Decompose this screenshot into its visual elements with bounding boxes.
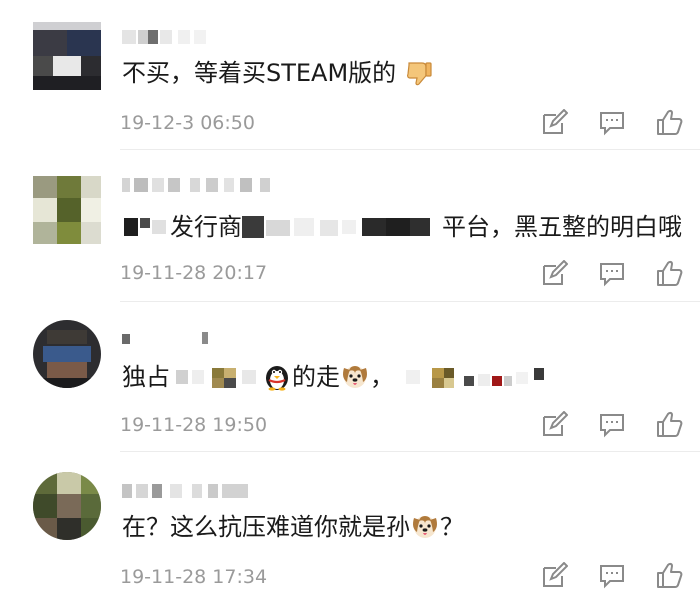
blurred-text [122, 214, 170, 240]
avatar[interactable] [33, 320, 101, 388]
comment-text-part: ， [370, 363, 394, 391]
comment-text-part: ？ [440, 513, 464, 541]
comment-item: 独占 的走 ， 19-11-28 19:50 [0, 302, 700, 452]
blurred-text [394, 364, 564, 390]
comment-text: 在？这么抗压难道你就是孙 ？ [122, 510, 464, 543]
comment-item: 不买，等着买STEAM版的 19-12-3 06:50 [0, 0, 700, 150]
comment-text-part: 在？这么抗压难道你就是孙 [122, 513, 410, 541]
comment-icon[interactable] [598, 109, 626, 137]
comment-text-part: 独占 [122, 363, 170, 391]
thumbs-down-emoji [404, 58, 434, 88]
comment-time: 19-11-28 17:34 [120, 566, 268, 588]
penguin-emoji [262, 362, 292, 392]
comment-item: 发行商 平台，黑五整的明白哦 19-11-28 20:17 [0, 150, 700, 302]
blurred-text [242, 214, 442, 240]
comment-icon[interactable] [598, 260, 626, 288]
thumbs-up-icon[interactable] [655, 410, 683, 438]
comment-text: 发行商 平台，黑五整的明白哦 [122, 210, 682, 243]
edit-icon[interactable] [540, 108, 569, 137]
avatar[interactable] [33, 22, 101, 90]
comment-text: 不买，等着买STEAM版的 [122, 56, 434, 89]
avatar[interactable] [33, 176, 101, 244]
comment-text-part: 平台，黑五整的明白哦 [442, 213, 682, 241]
edit-icon[interactable] [540, 561, 569, 590]
edit-icon[interactable] [540, 259, 569, 288]
thumbs-up-icon[interactable] [655, 108, 683, 136]
comment-item: 在？这么抗压难道你就是孙 ？ 19-11-28 17:34 [0, 452, 700, 597]
comment-icon[interactable] [598, 562, 626, 590]
comment-time: 19-11-28 19:50 [120, 414, 268, 436]
comment-text-part: 不买，等着买STEAM版的 [122, 59, 397, 87]
comment-text: 独占 的走 ， [122, 360, 564, 393]
dog-emoji [340, 362, 370, 392]
thumbs-up-icon[interactable] [655, 259, 683, 287]
dog-emoji [410, 512, 440, 542]
blurred-text [170, 364, 262, 390]
avatar[interactable] [33, 472, 101, 540]
comment-icon[interactable] [598, 411, 626, 439]
comment-text-part: 的走 [292, 363, 340, 391]
comment-text-part: 发行商 [170, 213, 242, 241]
comment-time: 19-11-28 20:17 [120, 262, 268, 284]
edit-icon[interactable] [540, 410, 569, 439]
comment-time: 19-12-3 06:50 [120, 112, 255, 134]
thumbs-up-icon[interactable] [655, 561, 683, 589]
